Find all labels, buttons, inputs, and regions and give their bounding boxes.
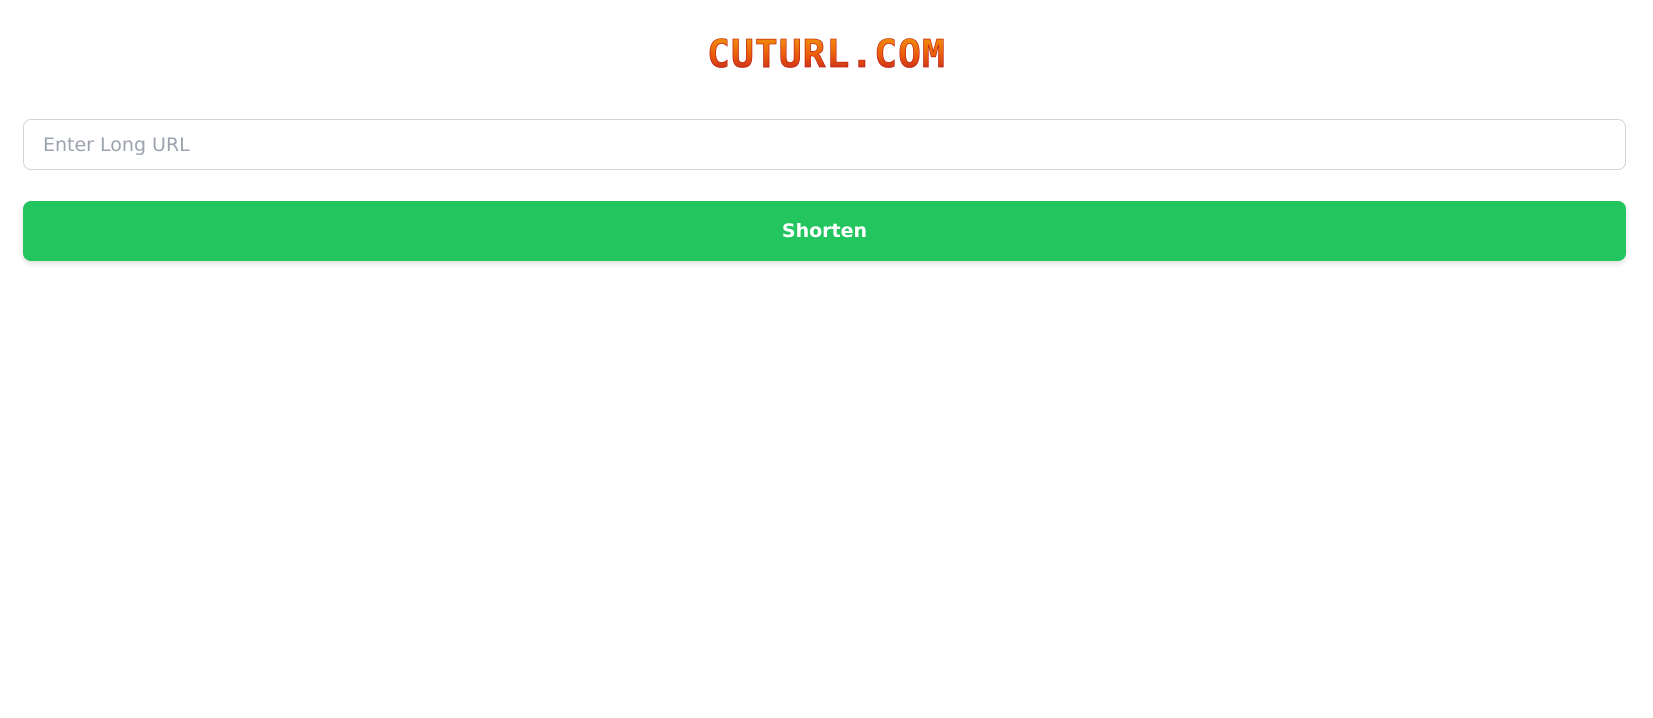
long-url-input[interactable] <box>23 119 1626 170</box>
header: CUTURL.COM <box>0 32 1653 77</box>
shorten-button[interactable]: Shorten <box>23 201 1626 261</box>
site-logo[interactable]: CUTURL.COM <box>707 32 946 77</box>
page: CUTURL.COM Shorten <box>0 0 1653 718</box>
